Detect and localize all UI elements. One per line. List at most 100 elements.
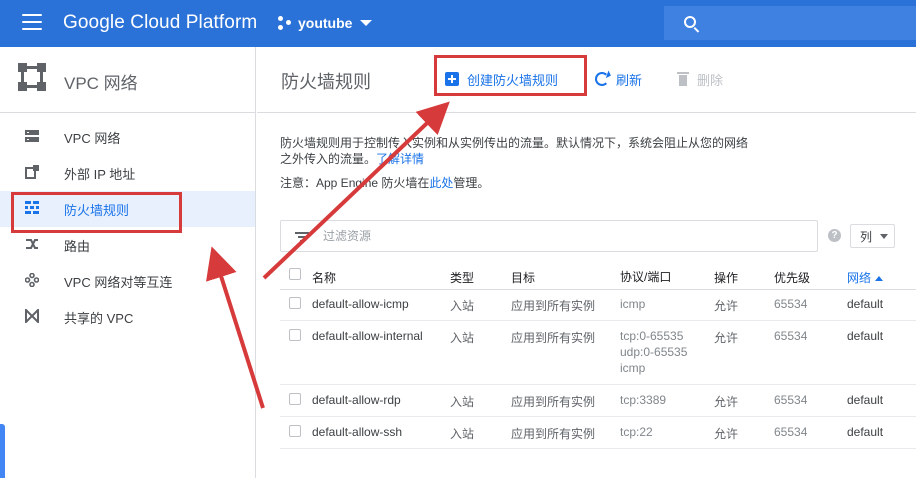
sidebar-item-label: 路由 bbox=[64, 238, 91, 254]
create-firewall-rule-button[interactable]: 创建防火墙规则 bbox=[445, 70, 558, 88]
table-row[interactable]: default-allow-internal 入站 应用到所有实例 tcp:0-… bbox=[280, 322, 916, 385]
help-icon[interactable]: ? bbox=[828, 229, 841, 242]
rule-action: 允许 bbox=[714, 331, 739, 345]
header-type[interactable]: 类型 bbox=[450, 269, 474, 286]
delete-button[interactable]: 删除 bbox=[677, 70, 723, 88]
header-name[interactable]: 名称 bbox=[312, 269, 336, 286]
routes-icon bbox=[24, 237, 40, 253]
row-checkbox[interactable] bbox=[289, 329, 301, 341]
sidebar-item-label: VPC 网络 bbox=[64, 130, 121, 146]
filter-icon bbox=[295, 232, 309, 242]
ip-address-icon bbox=[24, 165, 40, 181]
sidebar-item-vpc-peering[interactable]: VPC 网络对等互连 bbox=[0, 263, 255, 299]
rule-action: 允许 bbox=[714, 299, 739, 313]
sidebar-item-external-ip[interactable]: 外部 IP 地址 bbox=[0, 155, 255, 191]
sidebar-item-label: 外部 IP 地址 bbox=[64, 166, 136, 182]
rule-name[interactable]: default-allow-internal bbox=[312, 329, 423, 343]
project-selector[interactable]: youtube bbox=[278, 13, 373, 33]
rule-target: 应用到所有实例 bbox=[511, 331, 596, 345]
table-header: 名称 类型 目标 协议/端口 操作 优先级 网络 bbox=[280, 260, 916, 290]
rule-protocol: tcp:0-65535 udp:0-65535 icmp bbox=[620, 329, 688, 375]
main-header: 防火墙规则 创建防火墙规则 刷新 删除 bbox=[257, 47, 916, 113]
select-all-checkbox[interactable] bbox=[289, 268, 301, 280]
hamburger-menu-icon[interactable] bbox=[22, 14, 42, 32]
delete-label: 删除 bbox=[697, 72, 724, 88]
sidebar-title: VPC 网络 bbox=[64, 74, 138, 93]
row-checkbox[interactable] bbox=[289, 425, 301, 437]
description-text: 防火墙规则用于控制传入实例和从实例传出的流量。默认情况下，系统会阻止从您的网络之… bbox=[280, 136, 749, 166]
rule-name[interactable]: default-allow-rdp bbox=[312, 393, 401, 407]
manage-here-link[interactable]: 此处 bbox=[429, 176, 453, 190]
trash-icon bbox=[677, 72, 689, 86]
project-dots-icon bbox=[278, 16, 292, 30]
rule-protocol: tcp:22 bbox=[620, 425, 653, 439]
rule-target: 应用到所有实例 bbox=[511, 299, 596, 313]
firewall-icon bbox=[24, 201, 40, 217]
app-engine-note: 注意：App Engine 防火墙在此处管理。 bbox=[280, 176, 490, 190]
row-checkbox[interactable] bbox=[289, 393, 301, 405]
rule-name[interactable]: default-allow-icmp bbox=[312, 297, 409, 311]
header-action[interactable]: 操作 bbox=[714, 269, 738, 286]
feedback-tab-accent[interactable] bbox=[0, 424, 5, 478]
rule-action: 允许 bbox=[714, 427, 739, 441]
header-network[interactable]: 网络 bbox=[847, 269, 884, 286]
sidebar: VPC 网络 VPC 网络 外部 IP 地址 防火墙规则 路由 VPC 网络对等… bbox=[0, 47, 256, 478]
chevron-down-icon bbox=[880, 233, 889, 239]
vpc-network-logo-icon bbox=[18, 63, 46, 91]
rule-target: 应用到所有实例 bbox=[511, 427, 596, 441]
table-row[interactable]: default-allow-rdp 入站 应用到所有实例 tcp:3389 允许… bbox=[280, 386, 916, 417]
network-icon bbox=[24, 129, 40, 145]
rule-action: 允许 bbox=[714, 395, 739, 409]
sidebar-item-vpc-network[interactable]: VPC 网络 bbox=[0, 119, 255, 155]
rule-target: 应用到所有实例 bbox=[511, 395, 596, 409]
table-row[interactable]: default-allow-icmp 入站 应用到所有实例 icmp 允许 65… bbox=[280, 290, 916, 321]
refresh-button[interactable]: 刷新 bbox=[595, 70, 642, 88]
rule-priority: 65534 bbox=[774, 297, 808, 311]
rule-type: 入站 bbox=[450, 299, 475, 313]
columns-button[interactable]: 列 bbox=[850, 224, 895, 248]
rule-name[interactable]: default-allow-ssh bbox=[312, 425, 402, 439]
brand-title[interactable]: Google Cloud Platform bbox=[63, 12, 257, 34]
rule-priority: 65534 bbox=[774, 425, 808, 439]
table-row[interactable]: default-allow-ssh 入站 应用到所有实例 tcp:22 允许 6… bbox=[280, 418, 916, 449]
top-app-bar: Google Cloud Platform youtube bbox=[0, 0, 916, 47]
header-priority[interactable]: 优先级 bbox=[774, 269, 810, 286]
learn-more-link[interactable]: 了解详情 bbox=[376, 152, 424, 166]
refresh-label: 刷新 bbox=[616, 72, 643, 88]
create-label: 创建防火墙规则 bbox=[467, 72, 559, 88]
sidebar-item-routes[interactable]: 路由 bbox=[0, 227, 255, 263]
rule-protocol: icmp bbox=[620, 297, 646, 311]
rule-network[interactable]: default bbox=[847, 329, 883, 343]
sidebar-item-shared-vpc[interactable]: 共享的 VPC bbox=[0, 299, 255, 335]
refresh-icon bbox=[595, 72, 609, 86]
header-protocol[interactable]: 协议/端口 bbox=[620, 269, 671, 285]
rule-network[interactable]: default bbox=[847, 297, 883, 311]
sort-ascending-icon bbox=[875, 276, 884, 282]
peering-icon bbox=[24, 272, 40, 289]
filter-bar[interactable] bbox=[280, 220, 818, 252]
rule-priority: 65534 bbox=[774, 329, 808, 343]
sidebar-item-firewall-rules[interactable]: 防火墙规则 bbox=[0, 191, 255, 227]
add-box-icon bbox=[445, 72, 459, 86]
project-name: youtube bbox=[298, 15, 353, 31]
sidebar-item-label: 共享的 VPC bbox=[64, 310, 134, 326]
search-box[interactable] bbox=[664, 6, 916, 40]
rule-priority: 65534 bbox=[774, 393, 808, 407]
rule-network[interactable]: default bbox=[847, 393, 883, 407]
rule-type: 入站 bbox=[450, 395, 475, 409]
shared-vpc-icon bbox=[24, 307, 40, 325]
rule-type: 入站 bbox=[450, 331, 475, 345]
filter-input[interactable] bbox=[323, 227, 803, 245]
row-checkbox[interactable] bbox=[289, 297, 301, 309]
sidebar-item-label: VPC 网络对等互连 bbox=[64, 274, 173, 290]
rule-network[interactable]: default bbox=[847, 425, 883, 439]
sidebar-item-label: 防火墙规则 bbox=[64, 202, 130, 218]
header-target[interactable]: 目标 bbox=[511, 269, 535, 286]
page-title: 防火墙规则 bbox=[281, 72, 371, 92]
main-content: 防火墙规则 创建防火墙规则 刷新 删除 防火墙规则用于控制传入实例和从实例传出的… bbox=[257, 47, 916, 478]
search-icon bbox=[684, 16, 696, 28]
sidebar-header: VPC 网络 bbox=[0, 47, 255, 113]
rule-protocol: tcp:3389 bbox=[620, 393, 667, 407]
chevron-down-icon bbox=[360, 20, 373, 26]
rule-type: 入站 bbox=[450, 427, 475, 441]
